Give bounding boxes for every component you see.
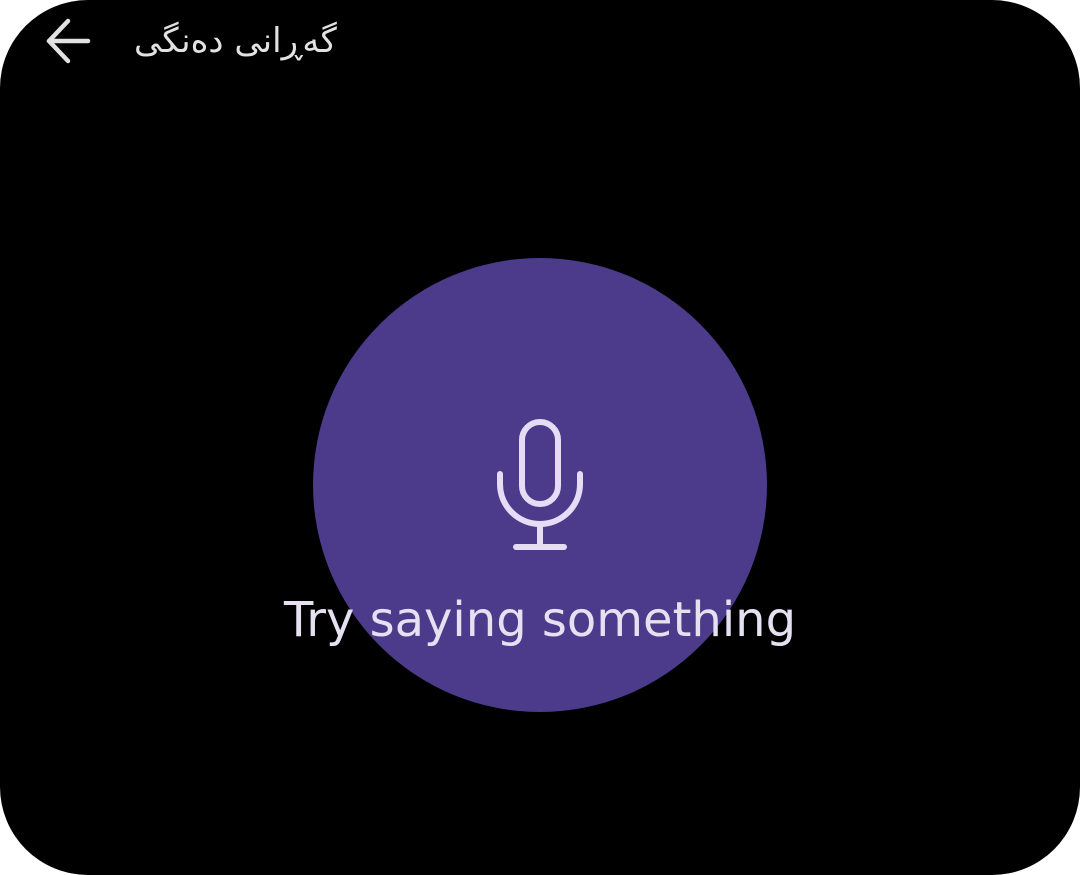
microphone-icon [497, 419, 583, 550]
back-button[interactable] [36, 12, 100, 70]
prompt-text: Try saying something [283, 592, 797, 648]
page-title: گەڕانی دەنگی [134, 21, 337, 61]
app-header: گەڕانی دەنگی [0, 0, 1080, 85]
arrow-left-icon [46, 18, 91, 64]
voice-search-screen: گەڕانی دەنگی Try saying something [0, 0, 1080, 875]
